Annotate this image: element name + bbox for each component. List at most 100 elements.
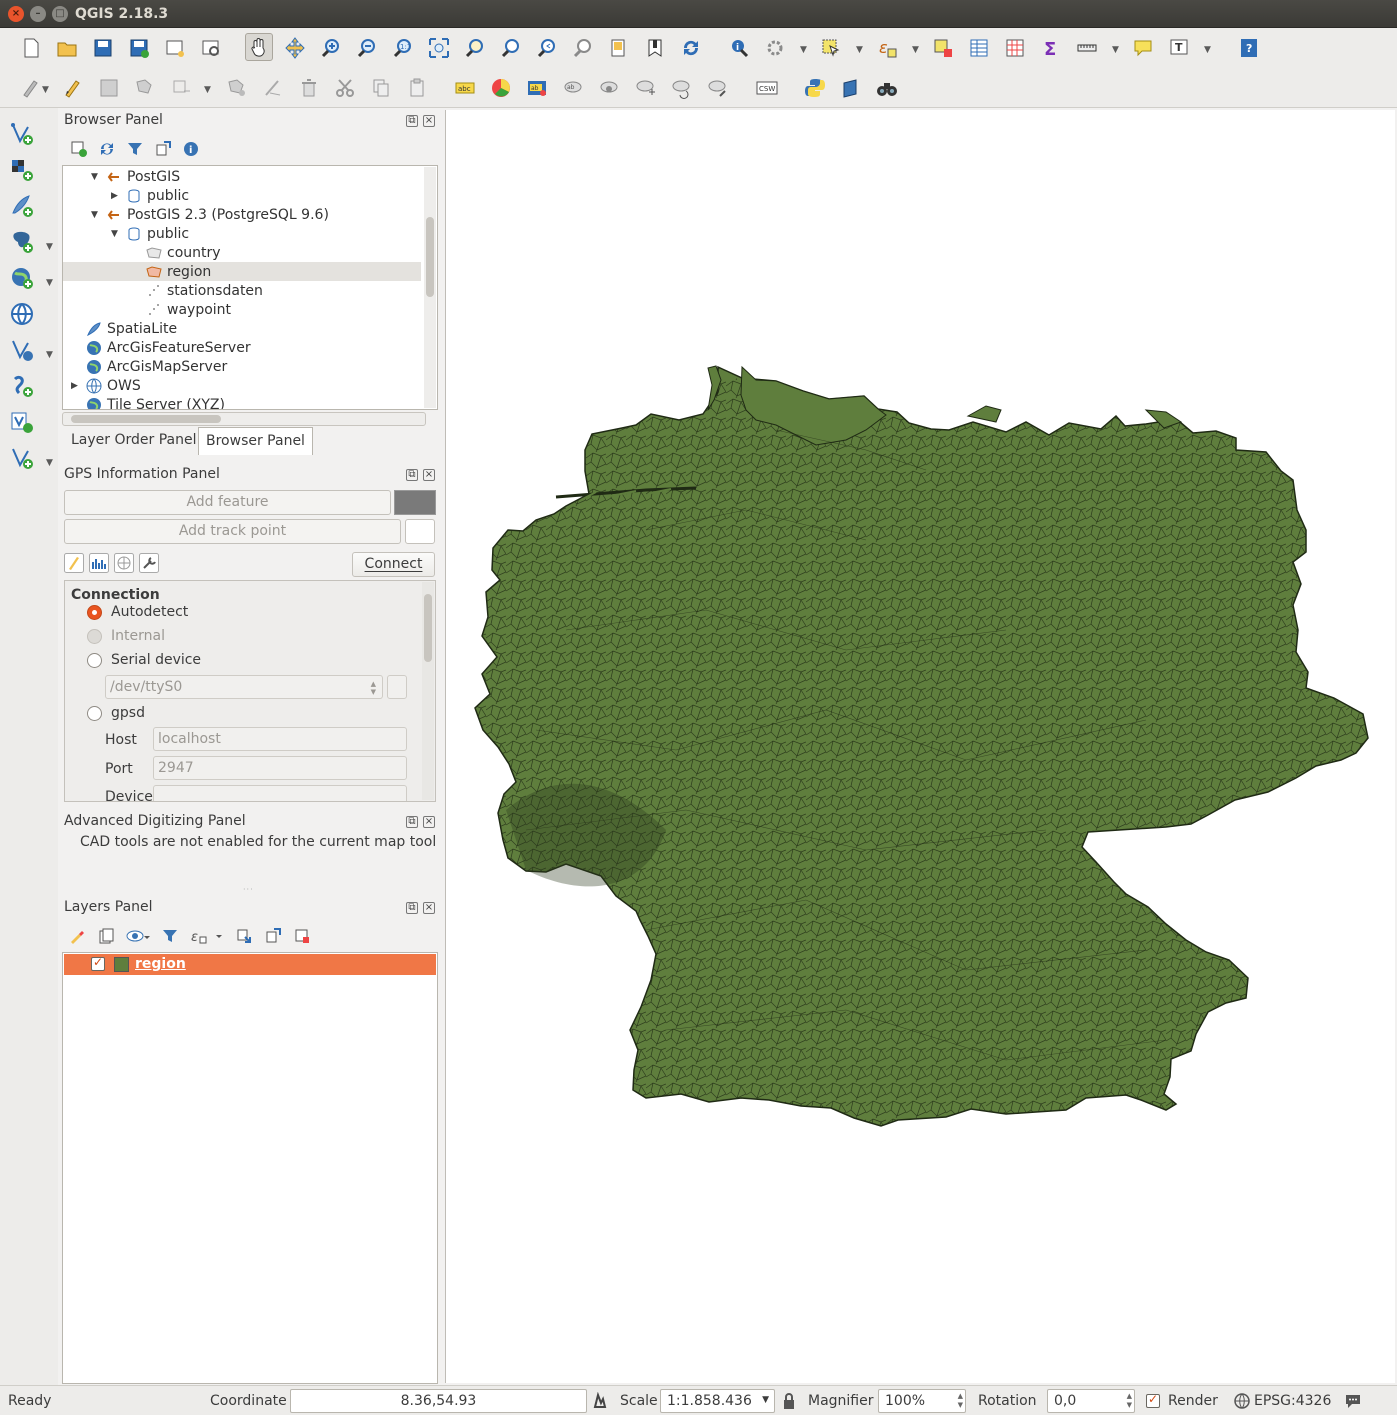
change-label-icon[interactable] [703, 74, 731, 102]
rotate-label-icon[interactable] [667, 74, 695, 102]
device-field[interactable] [153, 785, 407, 801]
expand-arrow-icon[interactable]: ▶ [71, 381, 85, 391]
current-edits-dropdown-icon[interactable]: ▼ [42, 85, 52, 95]
statistical-summary-icon[interactable]: Σ [1037, 34, 1065, 62]
map-canvas[interactable] [445, 110, 1395, 1383]
panel-float-icon[interactable]: ⧉ [406, 469, 418, 481]
rotation-spinbox[interactable]: 0,0 ▲ ▼ [1047, 1389, 1135, 1413]
add-spatialite-layer-icon[interactable] [6, 190, 38, 222]
expand-all-icon[interactable] [235, 927, 253, 945]
annotation-dropdown-icon[interactable]: ▼ [1204, 45, 1214, 55]
autodetect-radio[interactable] [87, 605, 102, 620]
toggle-editing-icon[interactable] [59, 74, 87, 102]
panel-close-icon[interactable]: × [423, 115, 435, 127]
expand-arrow-icon[interactable]: ▼ [91, 210, 105, 220]
window-minimize-button[interactable]: – [30, 6, 46, 22]
show-hide-labels-icon[interactable] [595, 74, 623, 102]
zoom-to-layer-icon[interactable] [497, 34, 525, 62]
internal-radio[interactable] [87, 629, 102, 644]
delete-selected-icon[interactable] [295, 74, 323, 102]
add-track-point-button[interactable]: Add track point [64, 519, 401, 544]
feature-action-dropdown-icon[interactable]: ▼ [800, 45, 810, 55]
crs-label[interactable]: EPSG:4326 [1254, 1393, 1331, 1409]
pan-to-selection-icon[interactable] [281, 34, 309, 62]
toggle-extents-icon[interactable] [592, 1391, 608, 1414]
select-features-icon[interactable] [817, 34, 845, 62]
messages-icon[interactable] [1344, 1392, 1362, 1414]
window-maximize-button[interactable]: □ [52, 6, 68, 22]
new-shapefile-layer-icon[interactable] [6, 442, 38, 474]
move-feature-dropdown-icon[interactable]: ▼ [204, 85, 214, 95]
open-attribute-table-icon[interactable] [965, 34, 993, 62]
metasearch-csw-icon[interactable]: CSW [753, 74, 781, 102]
tree-item-arcgis-map-server[interactable]: ArcGisMapServer [85, 357, 227, 376]
deselect-features-icon[interactable] [929, 34, 957, 62]
tree-item-tile-server[interactable]: Tile Server (XYZ) [85, 395, 225, 409]
new-print-composer-icon[interactable] [161, 34, 189, 62]
add-wms-layer-icon[interactable] [6, 262, 38, 294]
field-calculator-icon[interactable] [1001, 34, 1029, 62]
new-layer-dropdown-icon[interactable]: ▼ [46, 458, 53, 468]
add-group-icon[interactable] [97, 927, 115, 945]
zoom-in-icon[interactable] [317, 34, 345, 62]
remove-layer-icon[interactable] [293, 927, 311, 945]
help-contents-icon[interactable]: ? [1235, 34, 1263, 62]
add-feature-icon[interactable] [131, 74, 159, 102]
serial-refresh-button[interactable] [387, 675, 407, 699]
text-annotation-icon[interactable]: T [1165, 34, 1193, 62]
layer-diagram-icon[interactable] [487, 74, 515, 102]
open-project-icon[interactable] [53, 34, 81, 62]
tree-item-region[interactable]: region [63, 262, 421, 281]
identify-features-icon[interactable]: i [725, 34, 753, 62]
browser-refresh-icon[interactable] [98, 140, 116, 158]
save-layer-edits-icon[interactable] [95, 74, 123, 102]
select-by-expression-icon[interactable]: ε [873, 34, 901, 62]
cut-features-icon[interactable] [331, 74, 359, 102]
expand-arrow-icon[interactable]: ▼ [111, 229, 125, 239]
layer-row-region[interactable]: region [64, 954, 436, 975]
new-bookmark-icon[interactable] [641, 34, 669, 62]
tab-layer-order-panel[interactable]: Layer Order Panel [64, 427, 204, 455]
magnifier-spinbox[interactable]: 100% ▲ ▼ [878, 1389, 966, 1413]
gps-options-icon[interactable] [139, 553, 159, 573]
panel-close-icon[interactable]: × [423, 902, 435, 914]
layer-visibility-checkbox[interactable] [91, 955, 105, 971]
gps-signal-icon[interactable] [89, 553, 109, 573]
tree-item-postgis[interactable]: ▼ PostGIS [91, 167, 180, 186]
browser-filter-icon[interactable] [126, 140, 144, 158]
panel-close-icon[interactable]: × [423, 469, 435, 481]
current-edits-icon[interactable] [17, 74, 45, 102]
move-feature-icon[interactable] [167, 74, 195, 102]
node-tool-icon[interactable] [223, 74, 251, 102]
wfs-dropdown-icon[interactable]: ▼ [46, 350, 53, 360]
add-raster-layer-icon[interactable] [6, 154, 38, 186]
add-vector-layer-icon[interactable] [6, 118, 38, 150]
measure-dropdown-icon[interactable]: ▼ [1112, 45, 1122, 55]
tree-item-stationsdaten[interactable]: stationsdaten [145, 281, 263, 300]
collapse-all-icon[interactable] [154, 140, 172, 158]
tree-item-postgis-2-3[interactable]: ▼ PostGIS 2.3 (PostgreSQL 9.6) [91, 205, 329, 224]
zoom-to-selection-icon[interactable] [461, 34, 489, 62]
filter-legend-icon[interactable] [161, 927, 179, 945]
panel-float-icon[interactable]: ⧉ [406, 816, 418, 828]
new-map-view-icon[interactable] [605, 34, 633, 62]
processing-toolbox-icon[interactable] [837, 74, 865, 102]
serial-port-select[interactable]: /dev/ttyS0 ▲ ▼ [105, 675, 383, 699]
panel-close-icon[interactable]: × [423, 816, 435, 828]
layer-styling-icon[interactable] [68, 927, 86, 945]
paste-features-icon[interactable] [403, 74, 431, 102]
tree-item-country[interactable]: country [145, 243, 221, 262]
coordinate-field[interactable]: 8.36,54.93 [290, 1389, 587, 1413]
tree-item-spatialite[interactable]: SpatiaLite [85, 319, 177, 338]
collapse-all-layers-icon[interactable] [264, 927, 282, 945]
serial-device-radio[interactable] [87, 653, 102, 668]
tab-browser-panel[interactable]: Browser Panel [198, 427, 313, 455]
tree-item-ows[interactable]: ▶ OWS [71, 376, 141, 395]
add-wfs-layer-icon[interactable] [6, 334, 38, 366]
window-close-button[interactable]: × [8, 6, 24, 22]
highlight-pinned-labels-icon[interactable]: ab [559, 74, 587, 102]
tree-item-arcgis-feature-server[interactable]: ArcGisFeatureServer [85, 338, 251, 357]
map-tips-icon[interactable] [1129, 34, 1157, 62]
track-color-swatch[interactable] [394, 490, 436, 515]
save-project-icon[interactable] [89, 34, 117, 62]
